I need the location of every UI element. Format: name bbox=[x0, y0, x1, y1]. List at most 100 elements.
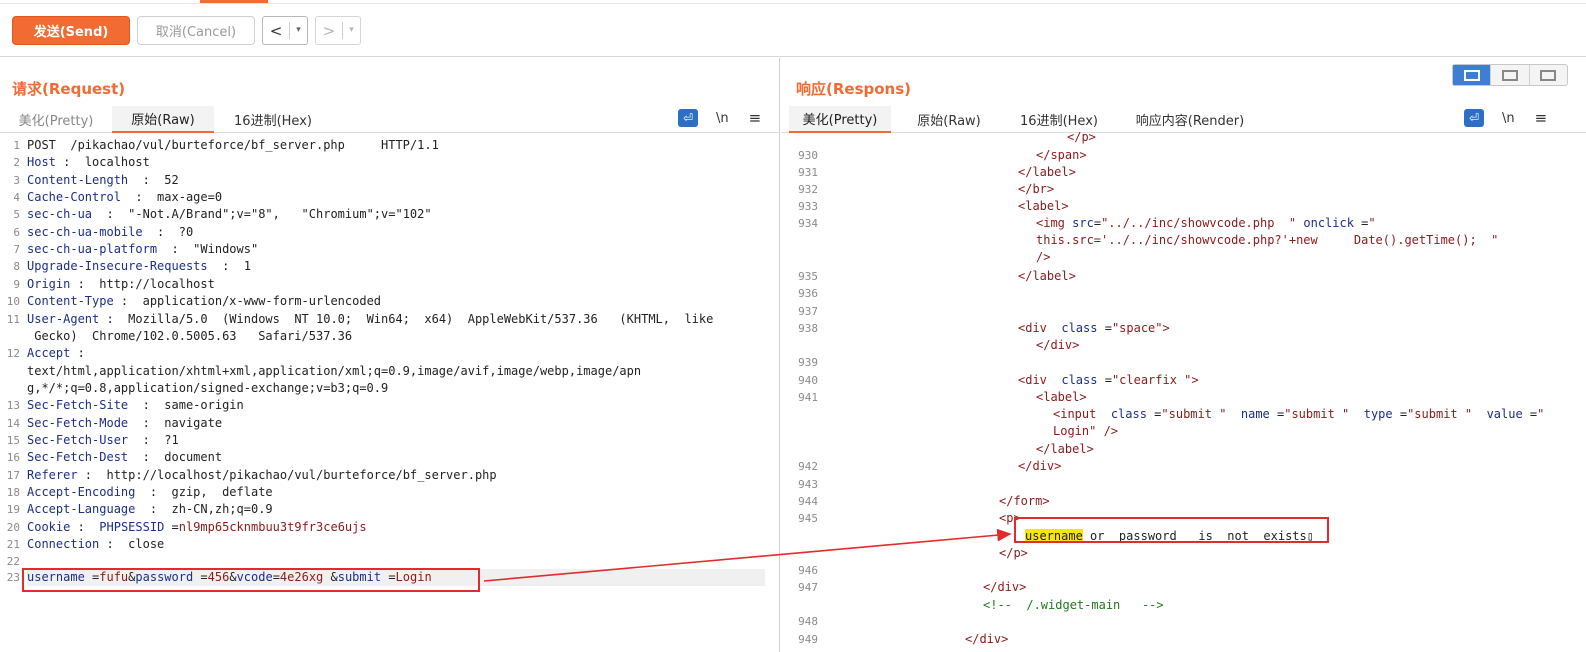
code-line: Login" /> bbox=[1053, 424, 1119, 438]
line-number: 19 bbox=[6, 503, 20, 517]
tab-response-hex[interactable]: 16进制(Hex) bbox=[1007, 106, 1111, 133]
header-line[interactable]: sec-ch-ua : "-Not.A/Brand";v="8", "Chrom… bbox=[27, 207, 767, 221]
request-line[interactable]: Gecko) Chrome/102.0.5005.63 Safari/537.3… bbox=[27, 329, 767, 343]
html-tag: > bbox=[1191, 373, 1199, 387]
layout-switcher bbox=[1452, 64, 1568, 86]
newline-toggle-icon[interactable]: \n bbox=[716, 111, 729, 126]
line-number: 934 bbox=[798, 217, 818, 230]
tab-response-render[interactable]: 响应内容(Render) bbox=[1121, 106, 1259, 133]
code-line: </label> bbox=[1036, 442, 1094, 456]
header-separator: : bbox=[128, 415, 165, 430]
header-separator: : bbox=[70, 346, 100, 361]
header-line[interactable]: Referer : http://localhost/pikachao/vul/… bbox=[27, 468, 767, 482]
active-tab-indicator[interactable] bbox=[200, 0, 268, 3]
tab-response-raw[interactable]: 原始(Raw) bbox=[899, 106, 999, 133]
html-attr: type bbox=[1363, 407, 1393, 421]
header-line[interactable]: Cache-Control : max-age=0 bbox=[27, 190, 767, 204]
header-name: sec-ch-ua-mobile bbox=[27, 224, 143, 239]
header-line[interactable]: Sec-Fetch-User : ?1 bbox=[27, 433, 767, 447]
header-value: document bbox=[164, 450, 223, 465]
header-line[interactable]: User-Agent : Mozilla/5.0 (Windows NT 10.… bbox=[27, 312, 767, 326]
tab-request-pretty[interactable]: 美化(Pretty) bbox=[6, 106, 106, 133]
header-name: Cache-Control bbox=[27, 190, 121, 205]
header-value: "-Not.A/Brand";v="8", "Chromium";v="102" bbox=[128, 207, 432, 222]
header-name: sec-ch-ua bbox=[27, 207, 93, 222]
request-line[interactable]: g,*/*;q=0.8,application/signed-exchange;… bbox=[27, 381, 767, 395]
line-number: 937 bbox=[798, 305, 818, 318]
header-line[interactable]: Content-Length : 52 bbox=[27, 173, 767, 187]
html-tag: > bbox=[1162, 321, 1170, 335]
request-body[interactable]: username =fufu&password =456&vcode=4e26x… bbox=[27, 570, 767, 584]
header-line[interactable]: Accept : bbox=[27, 346, 767, 360]
response-editor[interactable]: 930 931 932 933 934 935 936 937 938 939 … bbox=[781, 130, 1586, 652]
header-name: Content-Type bbox=[27, 294, 114, 309]
header-value: 52 bbox=[164, 172, 179, 187]
header-line[interactable]: sec-ch-ua-mobile : ?0 bbox=[27, 225, 767, 239]
line-number: 944 bbox=[798, 495, 818, 508]
line-number: 18 bbox=[6, 486, 20, 499]
header-line[interactable]: Accept-Language : zh-CN,zh;q=0.9 bbox=[27, 502, 767, 516]
hamburger-menu-icon[interactable]: ≡ bbox=[1535, 109, 1548, 127]
header-value: Gecko) Chrome/102.0.5005.63 Safari/537.3… bbox=[27, 328, 353, 343]
header-line[interactable]: sec-ch-ua-platform : "Windows" bbox=[27, 242, 767, 256]
request-title: 请求(Request) bbox=[12, 80, 126, 98]
header-line[interactable]: Origin : http://localhost bbox=[27, 277, 767, 291]
param-name: username bbox=[27, 570, 85, 584]
newline-toggle-icon[interactable]: \n bbox=[1502, 111, 1515, 126]
tab-response-pretty[interactable]: 美化(Pretty) bbox=[789, 106, 891, 133]
layout-stacked-icon[interactable] bbox=[1491, 65, 1530, 85]
header-line[interactable]: Sec-Fetch-Site : same-origin bbox=[27, 398, 767, 412]
equals-sign: = bbox=[272, 570, 280, 584]
header-value: ?0 bbox=[178, 224, 194, 239]
html-attr: onclick bbox=[1303, 216, 1354, 230]
request-line[interactable]: text/html,application/xhtml+xml,applicat… bbox=[27, 364, 767, 378]
header-line[interactable]: Upgrade-Insecure-Requests : 1 bbox=[27, 259, 767, 273]
header-line[interactable]: Sec-Fetch-Dest : document bbox=[27, 450, 767, 464]
request-line[interactable]: POST /pikachao/vul/burteforce/bf_server.… bbox=[27, 138, 767, 152]
html-value: " bbox=[1537, 407, 1545, 421]
header-line[interactable]: Sec-Fetch-Mode : navigate bbox=[27, 416, 767, 430]
send-button[interactable]: 发送(Send) bbox=[12, 16, 130, 45]
dropdown-icon[interactable]: ▾ bbox=[289, 22, 307, 39]
cancel-button[interactable]: 取消(Cancel) bbox=[137, 16, 255, 45]
header-name: Sec-Fetch-Mode bbox=[27, 415, 129, 430]
tab-request-raw[interactable]: 原始(Raw) bbox=[112, 106, 214, 133]
tab-request-hex[interactable]: 16进制(Hex) bbox=[222, 106, 324, 133]
html-attr: src bbox=[1072, 216, 1094, 230]
line-number: 941 bbox=[798, 391, 818, 404]
cookie-value: nl9mp65cknmbuu3t9fr3ce6ujs bbox=[178, 519, 367, 534]
word-wrap-icon[interactable]: ⏎ bbox=[1464, 109, 1484, 127]
header-separator: : bbox=[128, 450, 165, 465]
equals-sign: = bbox=[164, 519, 179, 534]
response-title: 响应(Respons) bbox=[796, 80, 912, 98]
layout-tabbed-icon[interactable] bbox=[1530, 65, 1567, 85]
layout-side-by-side-icon[interactable] bbox=[1453, 65, 1492, 85]
line-number: 930 bbox=[798, 149, 818, 162]
hamburger-menu-icon[interactable]: ≡ bbox=[749, 109, 762, 127]
header-line[interactable]: Connection : close bbox=[27, 537, 767, 551]
param-value: fufu bbox=[99, 570, 129, 584]
dropdown-icon[interactable]: ▾ bbox=[342, 22, 360, 39]
code-line: <input class ="submit " name ="submit " … bbox=[1053, 407, 1545, 421]
line-number: 15 bbox=[6, 433, 20, 447]
header-name: Accept-Language bbox=[27, 502, 136, 517]
header-name: Host bbox=[27, 155, 56, 170]
html-attr: class bbox=[1061, 321, 1098, 335]
html-tag: <div bbox=[1018, 373, 1047, 387]
line-number: 942 bbox=[798, 460, 818, 473]
line-number: 7 bbox=[13, 243, 20, 257]
header-line[interactable]: Cookie : PHPSESSID =nl9mp65cknmbuu3t9fr3… bbox=[27, 520, 767, 534]
response-pane: 响应(Respons) 美化(Pretty) 原始(Raw) 16进制(Hex)… bbox=[781, 58, 1586, 652]
code-line: <p> bbox=[999, 511, 1021, 525]
history-back-button[interactable]: < ▾ bbox=[262, 16, 308, 45]
header-line[interactable]: Host : localhost bbox=[27, 155, 767, 169]
header-line[interactable]: Content-Type : application/x-www-form-ur… bbox=[27, 294, 767, 308]
header-separator: : bbox=[128, 398, 165, 413]
header-separator: : bbox=[70, 519, 100, 534]
header-line[interactable]: Accept-Encoding : gzip, deflate bbox=[27, 485, 767, 499]
header-value: same-origin bbox=[164, 398, 244, 413]
history-forward-button[interactable]: > ▾ bbox=[315, 16, 361, 45]
ampersand: & bbox=[229, 570, 237, 584]
word-wrap-icon[interactable]: ⏎ bbox=[678, 109, 698, 127]
line-number: 947 bbox=[798, 581, 818, 594]
